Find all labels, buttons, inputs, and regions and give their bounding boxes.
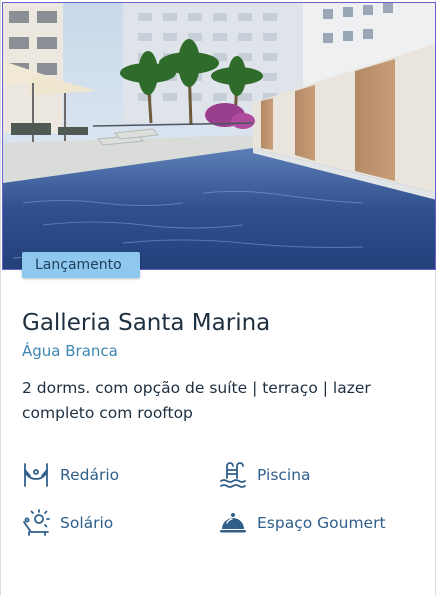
property-title[interactable]: Galleria Santa Marina [22,308,422,338]
property-description: 2 dorms. com opção de suíte | terraço | … [22,379,371,422]
amenity-label: Espaço Goumert [257,514,386,532]
hammock-icon [24,463,48,487]
amenity-piscina: Piscina [218,460,311,490]
sunbed-icon [23,509,50,536]
amenity-label: Piscina [257,466,311,484]
cloche-icon [220,513,246,533]
pool-icon [220,462,246,488]
amenity-redario: Redário [21,460,119,490]
amenity-label: Redário [60,466,120,484]
amenity-solario: Solário [21,508,113,538]
property-card[interactable]: Lançamento Galleria Santa Marina Água Br… [0,0,436,595]
property-photo[interactable] [2,2,436,270]
amenity-espaco-gourmet: Espaço Goumert [218,508,386,538]
amenity-label: Solário [60,514,114,532]
property-location: Água Branca [22,342,118,360]
status-badge: Lançamento [22,252,140,278]
pool-photo-illustration [3,3,435,269]
